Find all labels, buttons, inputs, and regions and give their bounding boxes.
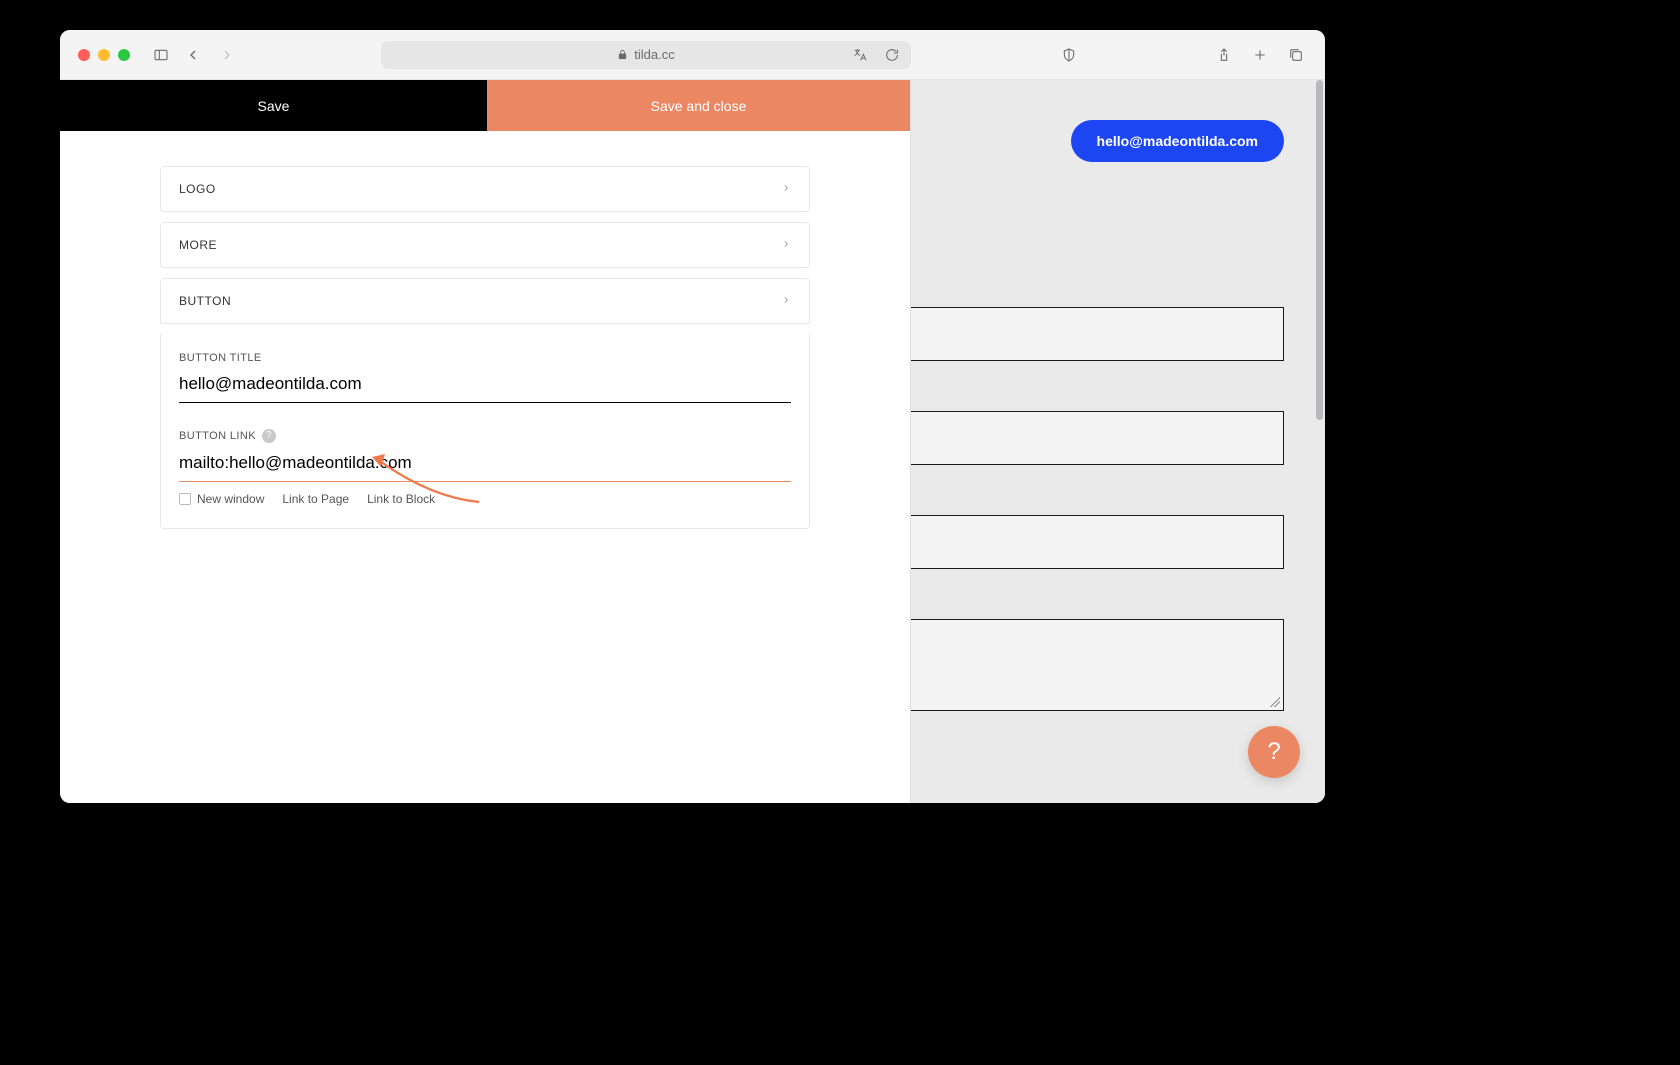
button-title-input[interactable]	[179, 370, 791, 403]
logo-section[interactable]: LOGO	[160, 166, 810, 212]
button-title-label: BUTTON TITLE	[179, 352, 791, 364]
button-link-input[interactable]	[179, 449, 791, 482]
more-section-header[interactable]: MORE	[161, 223, 809, 267]
logo-section-header[interactable]: LOGO	[161, 167, 809, 211]
preview-contact-button[interactable]: hello@madeontilda.com	[1071, 120, 1284, 162]
back-button[interactable]	[182, 44, 204, 66]
safari-browser-window: tilda.cc	[60, 30, 1325, 803]
new-window-label: New window	[197, 492, 264, 506]
button-link-label-text: BUTTON LINK	[179, 430, 256, 442]
url-text: tilda.cc	[634, 47, 674, 62]
button-section-label: BUTTON	[179, 294, 231, 308]
preview-panel: hello@madeontilda.com ?	[910, 80, 1325, 803]
chevron-right-icon	[781, 294, 791, 308]
close-window-button[interactable]	[78, 49, 90, 61]
translate-icon[interactable]	[849, 44, 871, 66]
save-bar: Save Save and close	[60, 80, 910, 131]
button-link-field: BUTTON LINK ? New window Link to Page Li…	[179, 429, 791, 506]
window-controls	[78, 49, 130, 61]
maximize-window-button[interactable]	[118, 49, 130, 61]
tabs-overview-icon[interactable]	[1285, 44, 1307, 66]
save-button[interactable]: Save	[60, 80, 487, 131]
button-title-field: BUTTON TITLE	[179, 352, 791, 403]
editor-panel: Save Save and close LOGO MORE	[60, 80, 910, 803]
chevron-right-icon	[781, 238, 791, 252]
browser-toolbar: tilda.cc	[60, 30, 1325, 80]
privacy-shield-icon[interactable]	[1058, 44, 1080, 66]
checkbox-icon	[179, 493, 191, 505]
link-to-block-option[interactable]: Link to Block	[367, 492, 435, 506]
sidebar-toggle-icon[interactable]	[150, 44, 172, 66]
button-link-label: BUTTON LINK ?	[179, 429, 791, 443]
help-icon[interactable]: ?	[262, 429, 276, 443]
toolbar-right-icons	[1213, 44, 1307, 66]
address-bar[interactable]: tilda.cc	[381, 41, 911, 69]
button-section-header[interactable]: BUTTON	[161, 279, 809, 323]
button-section-body: BUTTON TITLE BUTTON LINK ? New window Li…	[160, 334, 810, 529]
reload-icon[interactable]	[881, 44, 903, 66]
lock-icon	[617, 49, 628, 60]
share-icon[interactable]	[1213, 44, 1235, 66]
forward-button[interactable]	[216, 44, 238, 66]
minimize-window-button[interactable]	[98, 49, 110, 61]
button-section[interactable]: BUTTON	[160, 278, 810, 324]
preview-form-field[interactable]	[911, 307, 1284, 361]
preview-form-textarea[interactable]	[911, 619, 1284, 711]
logo-section-label: LOGO	[179, 182, 216, 196]
new-window-checkbox[interactable]: New window	[179, 492, 264, 506]
link-options: New window Link to Page Link to Block	[179, 492, 791, 506]
scrollbar-thumb[interactable]	[1316, 80, 1323, 420]
url-display: tilda.cc	[617, 47, 674, 62]
more-section-label: MORE	[179, 238, 217, 252]
panel-body: LOGO MORE BU	[60, 131, 910, 569]
preview-form-field[interactable]	[911, 515, 1284, 569]
page-content: Save Save and close LOGO MORE	[60, 80, 1325, 803]
new-tab-icon[interactable]	[1249, 44, 1271, 66]
more-section[interactable]: MORE	[160, 222, 810, 268]
nav-arrows	[182, 44, 238, 66]
chevron-right-icon	[781, 182, 791, 196]
save-and-close-button[interactable]: Save and close	[487, 80, 910, 131]
help-bubble-button[interactable]: ?	[1248, 726, 1300, 778]
preview-form-field[interactable]	[911, 411, 1284, 465]
url-bar-right-icons	[849, 44, 903, 66]
link-to-page-option[interactable]: Link to Page	[282, 492, 349, 506]
